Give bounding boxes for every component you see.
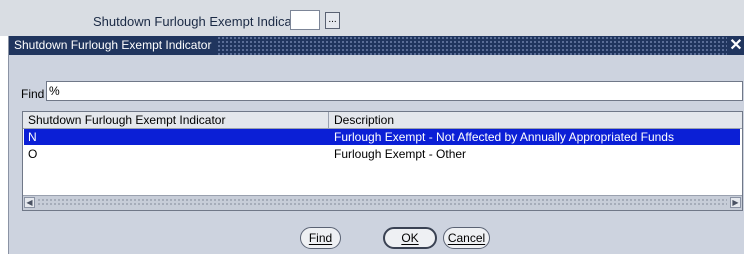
find-input[interactable] bbox=[46, 81, 743, 101]
column-header-description[interactable]: Description bbox=[329, 112, 742, 128]
row-description: Furlough Exempt - Other bbox=[334, 147, 467, 161]
scroll-left-icon[interactable]: ◀ bbox=[24, 197, 35, 208]
ok-button-label: OK bbox=[401, 231, 419, 245]
find-button[interactable]: Find bbox=[300, 227, 341, 249]
close-icon[interactable]: ✕ bbox=[727, 36, 744, 55]
background-field-input[interactable] bbox=[290, 10, 320, 30]
find-label: Find bbox=[21, 87, 45, 101]
table-row[interactable]: O Furlough Exempt - Other bbox=[24, 146, 740, 162]
column-header-indicator[interactable]: Shutdown Furlough Exempt Indicator bbox=[23, 112, 329, 128]
lov-dialog: Shutdown Furlough Exempt Indicator ✕ Fin… bbox=[8, 36, 744, 254]
list-of-values-button[interactable]: ... bbox=[325, 12, 340, 29]
background-form: Shutdown Furlough Exempt Indicator ... bbox=[0, 0, 744, 36]
row-code: O bbox=[28, 147, 38, 161]
dialog-title: Shutdown Furlough Exempt Indicator bbox=[9, 36, 218, 55]
scroll-right-icon[interactable]: ▶ bbox=[730, 197, 741, 208]
ok-button[interactable]: OK bbox=[383, 227, 437, 249]
cancel-button-label: Cancel bbox=[447, 231, 486, 245]
results-table: Shutdown Furlough Exempt Indicator Descr… bbox=[22, 111, 743, 211]
row-description: Furlough Exempt - Not Affected by Annual… bbox=[334, 130, 674, 144]
table-row[interactable]: N Furlough Exempt - Not Affected by Annu… bbox=[24, 129, 740, 145]
scrollbar-thumb[interactable] bbox=[37, 198, 727, 207]
cancel-button[interactable]: Cancel bbox=[443, 227, 490, 249]
background-field-label: Shutdown Furlough Exempt Indicator bbox=[93, 14, 307, 29]
find-button-label: Find bbox=[308, 231, 333, 245]
table-header: Shutdown Furlough Exempt Indicator Descr… bbox=[23, 112, 742, 129]
dialog-titlebar[interactable]: Shutdown Furlough Exempt Indicator ✕ bbox=[9, 36, 744, 55]
horizontal-scrollbar[interactable]: ◀ ▶ bbox=[23, 195, 742, 210]
row-code: N bbox=[28, 130, 37, 144]
